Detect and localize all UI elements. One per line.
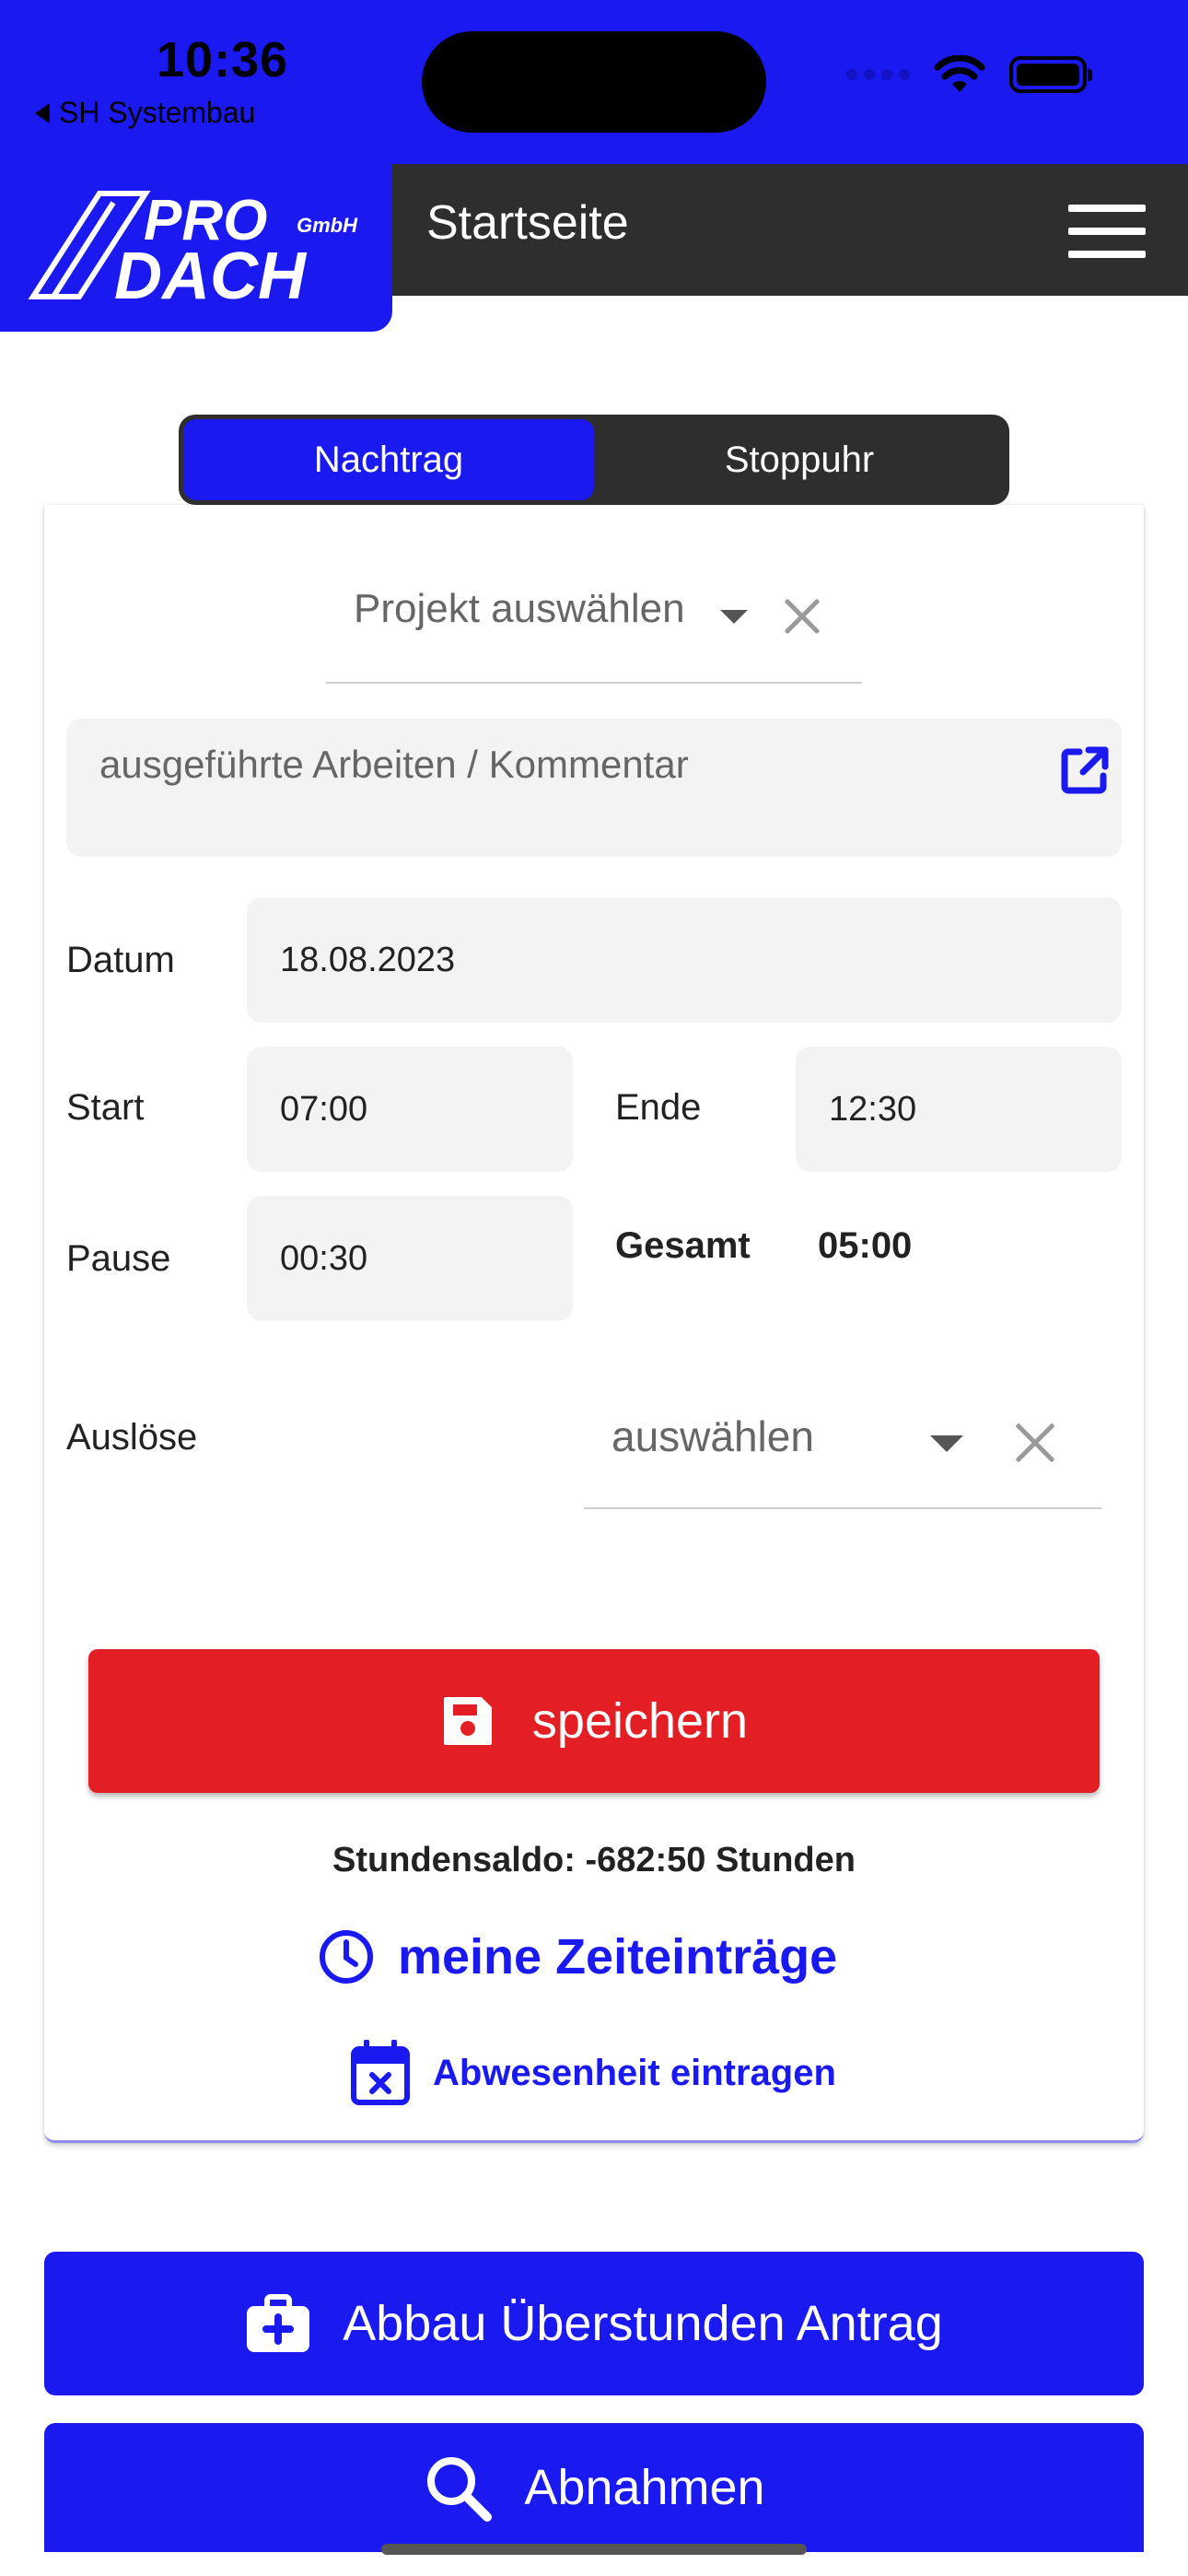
back-to-app-link[interactable]: SH Systembau: [35, 96, 255, 130]
pause-field[interactable]: 00:30: [247, 1196, 573, 1321]
hours-balance: Stundensaldo: -682:50 Stunden: [332, 1841, 856, 1879]
comment-placeholder: ausgeführte Arbeiten / Kommentar: [99, 743, 689, 786]
abnahmen-label: Abnahmen: [524, 2460, 765, 2515]
ausloese-placeholder: auswählen: [611, 1412, 814, 1460]
svg-text:GmbH: GmbH: [297, 214, 358, 237]
clock-icon: [320, 1930, 373, 1984]
status-time: 10:36: [157, 32, 289, 88]
ausloese-label: Auslöse: [66, 1417, 198, 1458]
clear-ausloese-icon[interactable]: [1009, 1417, 1061, 1469]
time-entries-link[interactable]: meine Zeiteinträge: [317, 1927, 837, 1986]
tab-nachtrag[interactable]: Nachtrag: [183, 419, 594, 500]
cellular-signal-icon: [846, 69, 910, 80]
chevron-down-icon: [930, 1435, 963, 1452]
datum-label: Datum: [66, 940, 175, 980]
pause-label: Pause: [66, 1238, 171, 1279]
time-entries-label: meine Zeiteinträge: [398, 1929, 838, 1985]
project-select[interactable]: Projekt auswählen: [326, 569, 862, 684]
clear-project-icon[interactable]: [779, 593, 825, 639]
calendar-x-icon: [351, 2040, 410, 2105]
absence-label: Abwesenheit eintragen: [433, 2052, 836, 2093]
start-field[interactable]: 07:00: [247, 1047, 573, 1172]
logo[interactable]: PRO DACH GmbH: [0, 164, 392, 332]
chevron-down-icon: [720, 610, 748, 624]
back-arrow-icon: [35, 102, 50, 123]
floppy-disk-icon: [443, 1697, 492, 1745]
page-title: Startseite: [426, 196, 629, 250]
home-indicator[interactable]: [381, 2544, 807, 2555]
dynamic-island: [422, 31, 766, 133]
status-icons: [846, 55, 1092, 94]
comment-field[interactable]: ausgeführte Arbeiten / Kommentar: [66, 719, 1122, 857]
gesamt-value: 05:00: [818, 1225, 913, 1266]
tab-stoppuhr[interactable]: Stoppuhr: [594, 419, 1005, 500]
save-button[interactable]: speichern: [88, 1649, 1100, 1793]
external-link-icon[interactable]: [1057, 743, 1112, 802]
ende-label: Ende: [615, 1087, 702, 1128]
start-label: Start: [66, 1087, 145, 1128]
overtime-request-button[interactable]: Abbau Überstunden Antrag: [44, 2252, 1144, 2395]
wifi-icon: [934, 55, 985, 92]
hamburger-menu-icon[interactable]: [1068, 205, 1146, 258]
ausloese-select[interactable]: auswählen: [584, 1384, 1101, 1509]
medical-kit-icon: [247, 2294, 310, 2352]
gesamt-label: Gesamt: [615, 1225, 751, 1266]
save-label: speichern: [531, 1693, 749, 1749]
absence-link[interactable]: Abwesenheit eintragen: [350, 2040, 836, 2106]
pro-dach-logo-icon: PRO DACH GmbH: [28, 189, 358, 306]
overtime-request-label: Abbau Überstunden Antrag: [343, 2296, 943, 2351]
mode-tabs: Nachtrag Stoppuhr: [179, 415, 1009, 505]
search-icon: [427, 2457, 493, 2522]
project-select-placeholder: Projekt auswählen: [354, 586, 685, 631]
datum-field[interactable]: 18.08.2023: [247, 897, 1122, 1023]
back-app-label: SH Systembau: [59, 96, 256, 129]
ende-field[interactable]: 12:30: [796, 1047, 1122, 1172]
battery-full-icon: [1009, 56, 1092, 93]
svg-text:DACH: DACH: [114, 240, 308, 306]
abnahmen-button[interactable]: Abnahmen: [44, 2423, 1144, 2552]
